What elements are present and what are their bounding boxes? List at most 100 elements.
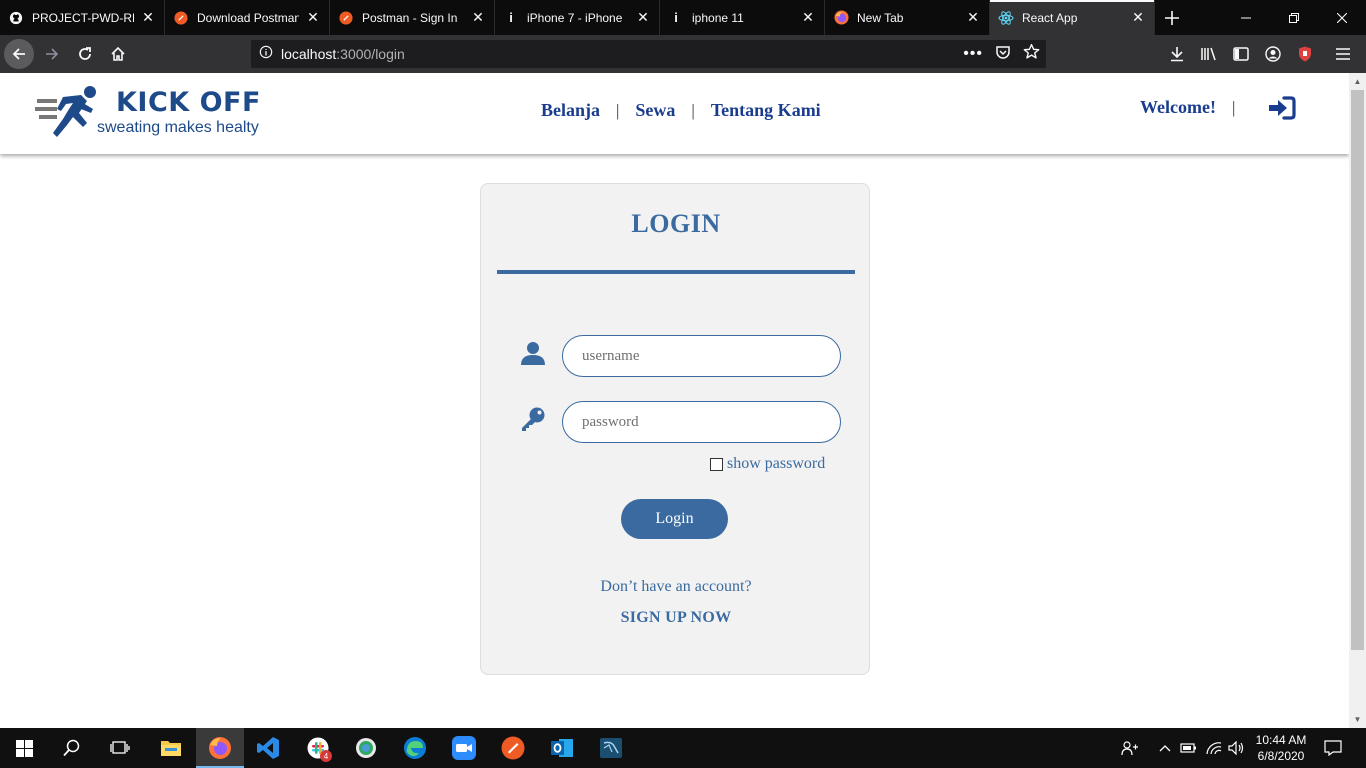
zoom-app[interactable] [440,728,488,768]
close-icon[interactable]: ✕ [305,9,321,26]
wifi-icon[interactable] [1204,728,1224,768]
close-icon[interactable]: ✕ [635,9,651,26]
close-icon[interactable]: ✕ [140,9,156,26]
edge-icon [404,737,426,759]
back-button[interactable] [4,39,34,69]
sign-in-icon[interactable] [1268,96,1296,120]
nav-separator: | [1231,97,1236,117]
chevron-up-icon[interactable] [1156,728,1174,768]
password-input[interactable] [562,401,841,443]
file-explorer-app[interactable] [147,728,195,768]
logo-title: KICK OFF [116,87,261,118]
tab-postman-signin[interactable]: Postman - Sign In ✕ [330,0,495,35]
tab-title: iphone 11 [692,10,744,25]
react-icon [998,10,1014,26]
video-camera-icon [452,736,476,760]
vscode-app[interactable] [244,728,292,768]
new-tab-button[interactable] [1155,0,1189,35]
notification-badge: 4 [320,750,332,762]
info-circle-icon[interactable] [259,45,273,64]
browser-toolbar: localhost:3000/login ••• [0,35,1366,73]
database-app[interactable] [587,728,635,768]
slack-app[interactable]: 4 [294,728,342,768]
show-password-toggle[interactable]: show password [710,455,825,473]
title-divider [497,270,855,274]
reload-button[interactable] [70,39,100,69]
sidebar-icon[interactable] [1230,43,1252,65]
tab-title: React App [1022,10,1078,25]
tab-iphone-11[interactable]: i iphone 11 ✕ [660,0,825,35]
start-button[interactable] [0,728,48,768]
tab-iphone-7[interactable]: i iPhone 7 - iPhone ✕ [495,0,660,35]
search-button[interactable] [48,728,96,768]
site-logo[interactable]: KICK OFF sweating makes healty [35,85,275,141]
search-icon [63,739,80,757]
welcome-text: Welcome! [1140,97,1216,117]
tab-new-tab[interactable]: New Tab ✕ [825,0,990,35]
home-icon [111,46,125,61]
close-window-button[interactable] [1318,0,1366,35]
site-header: KICK OFF sweating makes healty Belanja |… [0,73,1349,154]
browser-tab-strip: PROJECT-PWD-REA ✕ Download Postman ✕ Pos… [0,0,1366,35]
forward-button[interactable] [37,39,67,69]
restore-button[interactable] [1270,0,1318,35]
runner-icon [35,86,96,137]
key-icon [519,405,547,433]
home-button[interactable] [103,39,133,69]
battery-icon[interactable] [1179,728,1199,768]
nav-item-belanja[interactable]: Belanja [541,100,600,121]
library-icon[interactable] [1198,43,1220,65]
page-actions-icon[interactable]: ••• [963,45,983,63]
windows-taskbar: 4 10:44 AM 6/8/2020 [0,728,1366,768]
login-button[interactable]: Login [621,499,728,539]
scroll-up-icon[interactable]: ▲ [1349,73,1366,90]
outlook-app[interactable] [538,728,586,768]
account-icon[interactable] [1262,43,1284,65]
messenger-app[interactable] [342,728,390,768]
reload-icon [79,47,91,60]
signup-link[interactable]: SIGN UP NOW [481,609,871,627]
minimize-button[interactable] [1222,0,1270,35]
user-icon [519,339,547,367]
notification-center-icon[interactable] [1320,728,1346,768]
show-password-checkbox[interactable] [710,457,723,471]
extension-shield-icon[interactable] [1294,43,1316,65]
postman-icon [338,10,354,26]
edge-app[interactable] [391,728,439,768]
download-icon[interactable] [1166,43,1188,65]
page-scrollbar[interactable]: ▲ ▼ [1349,73,1366,728]
mail-icon [551,739,573,757]
no-account-text: Don’t have an account? [600,578,752,595]
nav-separator: | [691,100,695,120]
close-icon[interactable]: ✕ [965,9,981,26]
postman-app[interactable] [489,728,537,768]
nav-item-sewa[interactable]: Sewa [635,100,675,121]
people-icon[interactable] [1118,728,1142,768]
tab-title: Download Postman [197,10,299,25]
tab-project-pwd[interactable]: PROJECT-PWD-REA ✕ [0,0,165,35]
scroll-down-icon[interactable]: ▼ [1349,711,1366,728]
username-input[interactable] [562,335,841,377]
close-icon[interactable]: ✕ [800,9,816,26]
nav-item-tentang-kami[interactable]: Tentang Kami [711,100,821,121]
tab-react-app[interactable]: React App ✕ [990,0,1155,35]
show-password-label: show password [727,455,826,472]
toolbar-actions [1166,39,1354,69]
tab-title: iPhone 7 - iPhone [527,10,623,25]
volume-icon[interactable] [1227,728,1247,768]
firefox-icon [833,10,849,26]
tab-title: Postman - Sign In [362,10,458,25]
close-icon[interactable]: ✕ [470,9,486,26]
pocket-icon[interactable] [995,44,1011,65]
tab-download-postman[interactable]: Download Postman ✕ [165,0,330,35]
address-bar[interactable]: localhost:3000/login ••• [251,40,1046,68]
folder-icon [161,741,181,756]
bookmark-star-icon[interactable] [1023,43,1040,65]
hamburger-menu-icon[interactable] [1332,43,1354,65]
scroll-thumb[interactable] [1351,90,1364,650]
close-icon[interactable]: ✕ [1130,9,1146,26]
system-clock[interactable]: 10:44 AM 6/8/2020 [1250,732,1312,764]
windows-icon [15,739,33,757]
firefox-app[interactable] [196,728,244,768]
task-view-button[interactable] [96,728,144,768]
